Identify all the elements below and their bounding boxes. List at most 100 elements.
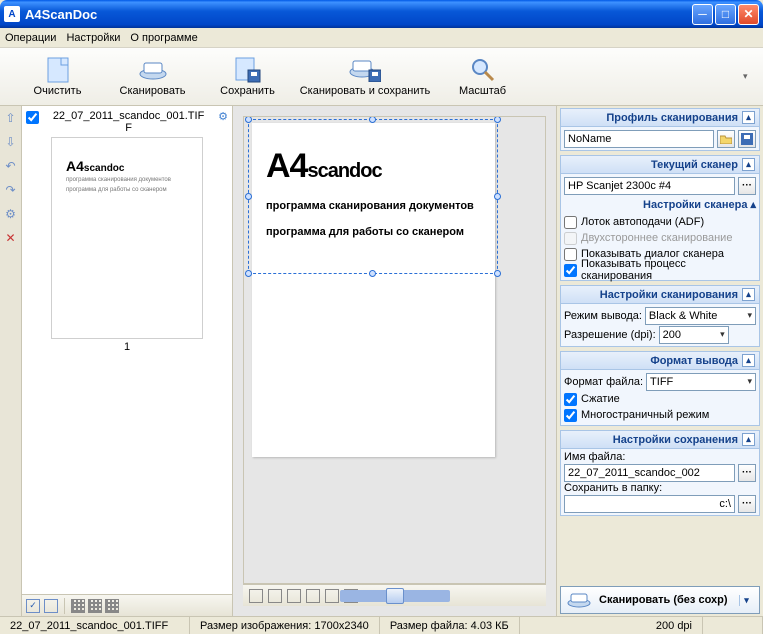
filename-browse-button[interactable]: ···: [738, 464, 756, 482]
adf-checkbox[interactable]: [564, 216, 577, 229]
selection-handle[interactable]: [245, 270, 252, 277]
compression-checkbox[interactable]: [564, 393, 577, 406]
app-icon: A: [4, 6, 20, 22]
zoom-preset-5[interactable]: [325, 589, 339, 603]
preview-pane: A4scandoc программа сканирования докумен…: [233, 106, 556, 616]
section-profile: Профиль сканирования ▴: [560, 108, 760, 151]
move-down-icon[interactable]: ⇩: [3, 134, 19, 150]
section-output-format: Формат вывода▴ Формат файла:TIFF Сжатие …: [560, 351, 760, 426]
preview-canvas[interactable]: A4scandoc программа сканирования докумен…: [243, 116, 546, 584]
selection-handle[interactable]: [369, 116, 376, 123]
selection-handle[interactable]: [369, 270, 376, 277]
uncheck-all-button[interactable]: [44, 599, 58, 613]
folder-label: Сохранить в папку:: [564, 482, 662, 494]
selection-handle[interactable]: [245, 116, 252, 123]
magnifier-icon: [467, 57, 499, 83]
window-title: A4ScanDoc: [25, 7, 97, 22]
scan-dropdown-icon[interactable]: ▾: [739, 595, 753, 606]
clear-button[interactable]: Очистить: [10, 51, 105, 103]
section-title: Профиль сканирования: [565, 112, 738, 124]
scan-and-save-button[interactable]: Сканировать и сохранить: [295, 51, 435, 103]
zoom-preset-4[interactable]: [306, 589, 320, 603]
zoom-slider-thumb[interactable]: [386, 588, 404, 604]
menubar: Операции Настройки О программе: [0, 28, 763, 48]
minimize-button[interactable]: ─: [692, 4, 713, 25]
show-process-checkbox[interactable]: [564, 264, 577, 277]
delete-icon[interactable]: ✕: [3, 230, 19, 246]
thumbnail-filename: 22_07_2011_scandoc_001.TIFF: [42, 110, 215, 134]
collapse-icon[interactable]: ▴: [742, 354, 755, 367]
left-tool-rail: ⇧ ⇩ ↶ ↷ ⚙ ✕: [0, 106, 22, 616]
thumbnail-checkbox[interactable]: [26, 111, 39, 124]
selection-handle[interactable]: [494, 270, 501, 277]
thumbnail-list: 22_07_2011_scandoc_001.TIFF ⚙ A4scandoc …: [22, 106, 233, 616]
main-toolbar: Очистить Сканировать Сохранить Сканирова…: [0, 48, 763, 106]
settings-icon[interactable]: ⚙: [3, 206, 19, 222]
section-save-settings: Настройки сохранения▴ Имя файла: ··· Сох…: [560, 430, 760, 516]
menu-operations[interactable]: Операции: [5, 32, 56, 44]
statusbar: 22_07_2011_scandoc_001.TIFF Размер изобр…: [0, 616, 763, 634]
selection-handle[interactable]: [494, 193, 501, 200]
section-title: Настройки сохранения: [565, 434, 738, 446]
zoom-preset-3[interactable]: [287, 589, 301, 603]
thumb-size-3-button[interactable]: [105, 599, 119, 613]
selection-box[interactable]: [248, 119, 498, 274]
page-icon: [42, 57, 74, 83]
rotate-left-icon[interactable]: ↶: [3, 158, 19, 174]
show-dialog-checkbox[interactable]: [564, 248, 577, 261]
check-all-button[interactable]: ✓: [26, 599, 40, 613]
thumbnail-gear-icon[interactable]: ⚙: [218, 110, 228, 123]
selection-handle[interactable]: [494, 116, 501, 123]
menu-about[interactable]: О программе: [130, 32, 197, 44]
profile-name-input[interactable]: [564, 130, 714, 148]
move-up-icon[interactable]: ⇧: [3, 110, 19, 126]
output-mode-select[interactable]: Black & White: [645, 307, 756, 325]
maximize-button[interactable]: □: [715, 4, 736, 25]
menu-settings[interactable]: Настройки: [66, 32, 120, 44]
status-filename: 22_07_2011_scandoc_001.TIFF: [0, 617, 190, 634]
profile-save-button[interactable]: [738, 130, 756, 148]
zoom-button[interactable]: Масштаб: [435, 51, 530, 103]
profile-open-button[interactable]: [717, 130, 735, 148]
collapse-icon[interactable]: ▴: [742, 433, 755, 446]
save-icon: [232, 57, 264, 83]
status-file-size: Размер файла: 4.03 КБ: [380, 617, 520, 634]
rotate-right-icon[interactable]: ↷: [3, 182, 19, 198]
thumbnail-item[interactable]: 22_07_2011_scandoc_001.TIFF ⚙ A4scandoc …: [26, 110, 228, 353]
scan-no-save-button[interactable]: Сканировать (без сохр) ▾: [560, 586, 760, 614]
collapse-icon[interactable]: ▴: [742, 288, 755, 301]
zoom-slider-track[interactable]: [340, 590, 450, 602]
duplex-checkbox: [564, 232, 577, 245]
window-titlebar: A A4ScanDoc ─ □ ✕: [0, 0, 763, 28]
folder-browse-button[interactable]: ···: [738, 495, 756, 513]
section-title: Текущий сканер: [565, 159, 738, 171]
thumbnail-preview: A4scandoc программа сканирования докумен…: [52, 138, 202, 338]
scan-button[interactable]: Сканировать: [105, 51, 200, 103]
close-button[interactable]: ✕: [738, 4, 759, 25]
folder-input[interactable]: [564, 495, 735, 513]
save-button[interactable]: Сохранить: [200, 51, 295, 103]
subsection-title: Настройки сканера: [643, 199, 747, 211]
filename-input[interactable]: [564, 464, 735, 482]
thumbnail-page-number: 1: [26, 341, 228, 353]
section-title: Настройки сканирования: [565, 289, 738, 301]
collapse-icon[interactable]: ▴: [742, 158, 755, 171]
selection-handle[interactable]: [245, 193, 252, 200]
thumb-size-2-button[interactable]: [88, 599, 102, 613]
collapse-icon[interactable]: ▴: [742, 111, 755, 124]
file-format-select[interactable]: TIFF: [646, 373, 756, 391]
zoom-preset-2[interactable]: [268, 589, 282, 603]
dpi-select[interactable]: 200: [659, 326, 729, 344]
section-scan-settings: Настройки сканирования▴ Режим вывода:Bla…: [560, 285, 760, 347]
thumbnail-toolbar: ✓: [22, 594, 232, 616]
multipage-checkbox[interactable]: [564, 409, 577, 422]
toolbar-overflow-button[interactable]: ▾: [743, 71, 753, 82]
scanner-icon: [137, 57, 169, 83]
thumb-size-1-button[interactable]: [71, 599, 85, 613]
collapse-icon[interactable]: ▴: [750, 198, 756, 211]
status-image-size: Размер изображения: 1700x2340: [190, 617, 380, 634]
section-scanner: Текущий сканер▴ ··· Настройки сканера▴ Л…: [560, 155, 760, 281]
zoom-preset-1[interactable]: [249, 589, 263, 603]
scanner-browse-button[interactable]: ···: [738, 177, 756, 195]
scanner-name-input[interactable]: [564, 177, 735, 195]
